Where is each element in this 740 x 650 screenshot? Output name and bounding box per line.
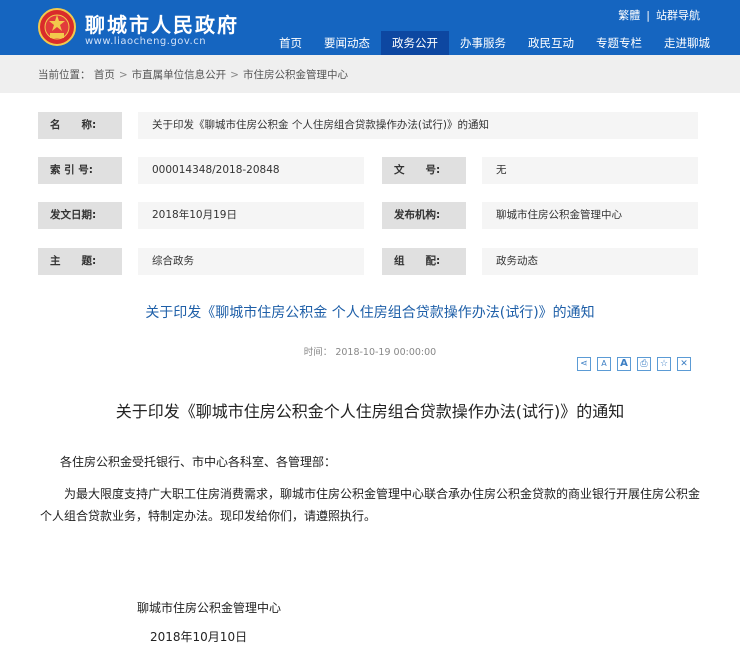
breadcrumb-prefix: 当前位置： [38,69,91,81]
nav-interaction[interactable]: 政民互动 [517,31,585,55]
meta-name-label: 名 称: [38,112,122,139]
national-emblem-icon [38,8,76,46]
meta-docno-value: 无 [482,157,698,184]
font-decrease-icon[interactable]: A [597,357,611,371]
nav-news[interactable]: 要闻动态 [313,31,381,55]
nav-about[interactable]: 走进聊城 [653,31,721,55]
breadcrumb-separator: > [230,69,239,81]
traditional-chinese-link[interactable]: 繁體 [618,9,640,22]
breadcrumb: 当前位置： 首页 > 市直属单位信息公开 > 市住房公积金管理中心 [0,55,740,93]
meta-topic-label: 主 题: [38,248,122,275]
font-increase-icon[interactable]: A [617,357,631,371]
top-links: 繁體 | 站群导航 [618,7,700,23]
publish-time-label: 时间： [303,347,333,358]
salutation: 各住房公积金受托银行、市中心各科室、各管理部： [60,455,337,469]
signature: 聊城市住房公积金管理中心 [137,601,282,615]
meta-index-label: 索 引 号: [38,157,122,184]
share-icon[interactable]: ⋖ [577,357,591,371]
nav-topics[interactable]: 专题专栏 [585,31,653,55]
sign-date: 2018年10月10日 [150,630,248,644]
meta-category-value: 政务动态 [482,248,698,275]
meta-row-name: 名 称: 关于印发《聊城市住房公积金 个人住房组合贷款操作办法(试行)》的通知 [38,112,698,139]
breadcrumb-municipal-units[interactable]: 市直属单位信息公开 [132,69,227,81]
page-title: 关于印发《聊城市住房公积金 个人住房组合贷款操作办法(试行)》的通知 [145,305,595,321]
meta-index-value: 000014348/2018-20848 [138,157,364,184]
meta-date-value: 2018年10月19日 [138,202,364,229]
close-icon[interactable]: ✕ [677,357,691,371]
meta-row-date: 发文日期: 2018年10月19日 发布机构: 聊城市住房公积金管理中心 [38,202,698,229]
meta-org-label: 发布机构: [382,202,466,229]
favorite-icon[interactable]: ☆ [657,357,671,371]
breadcrumb-housing-fund[interactable]: 市住房公积金管理中心 [243,69,348,81]
nav-services[interactable]: 办事服务 [449,31,517,55]
site-group-nav-link[interactable]: 站群导航 [656,9,700,22]
site-url: www.liaocheng.gov.cn [85,36,207,47]
meta-date-label: 发文日期: [38,202,122,229]
publish-time: 时间： 2018-10-19 00:00:00 [0,344,740,358]
body-paragraph: 为最大限度支持广大职工住房消费需求，聊城市住房公积金管理中心联合承办住房公积金贷… [40,487,701,523]
meta-topic-value: 综合政务 [138,248,364,275]
breadcrumb-home[interactable]: 首页 [94,69,115,81]
top-links-divider: | [646,9,650,22]
meta-docno-label: 文 号: [382,157,466,184]
print-icon[interactable]: ⎙ [637,357,651,371]
document-title: 关于印发《聊城市住房公积金个人住房组合贷款操作办法(试行)》的通知 [115,402,625,421]
nav-gov-affairs[interactable]: 政务公开 [381,31,449,55]
meta-row-topic: 主 题: 综合政务 组 配: 政务动态 [38,248,698,275]
article-tools: ⋖ A A ⎙ ☆ ✕ [577,357,691,371]
site-header: 聊城市人民政府 www.liaocheng.gov.cn 繁體 | 站群导航 首页 … [0,0,740,55]
nav-home[interactable]: 首页 [268,31,313,55]
meta-org-value: 聊城市住房公积金管理中心 [482,202,698,229]
meta-row-index: 索 引 号: 000014348/2018-20848 文 号: 无 [38,157,698,184]
main-nav: 首页 要闻动态 政务公开 办事服务 政民互动 专题专栏 走进聊城 [268,31,721,55]
meta-category-label: 组 配: [382,248,466,275]
breadcrumb-separator: > [118,69,128,81]
publish-time-value: 2018-10-19 00:00:00 [335,347,437,358]
site-title[interactable]: 聊城市人民政府 [85,9,239,38]
meta-name-value: 关于印发《聊城市住房公积金 个人住房组合贷款操作办法(试行)》的通知 [138,112,698,139]
